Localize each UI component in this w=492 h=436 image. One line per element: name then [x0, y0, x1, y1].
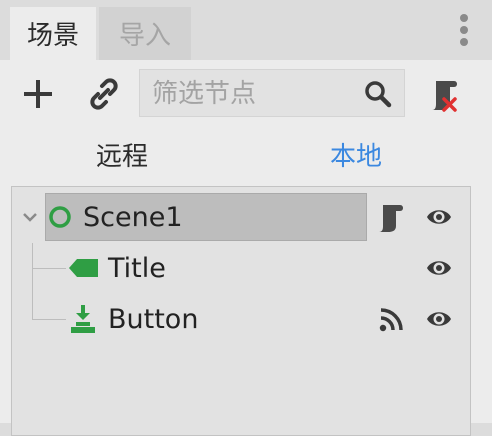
more-options-icon[interactable]	[454, 12, 476, 48]
remote-toggle[interactable]: 远程	[96, 136, 148, 173]
plus-icon	[24, 80, 52, 108]
tree-node-label: Button	[108, 304, 199, 335]
chevron-down-icon[interactable]	[22, 211, 38, 223]
link-icon	[90, 78, 118, 110]
search-icon	[365, 81, 392, 108]
tree-node-label: Title	[108, 253, 166, 284]
script-icon[interactable]	[376, 202, 406, 234]
signal-icon[interactable]	[378, 307, 404, 333]
visibility-eye-icon[interactable]	[425, 256, 453, 280]
instance-child-scene-button[interactable]	[87, 77, 121, 111]
filter-nodes-input[interactable]	[150, 78, 354, 110]
dock-tab-bar: 场景 导入	[0, 0, 492, 60]
tree-row-scene1[interactable]: Scene1	[12, 193, 470, 243]
filter-nodes-field[interactable]	[139, 69, 405, 117]
tree-row-title[interactable]: Title	[12, 244, 470, 294]
script-remove-icon	[432, 81, 457, 112]
detach-script-button[interactable]	[428, 77, 462, 113]
label-tag-icon	[69, 259, 98, 277]
node-circle-icon	[49, 206, 71, 228]
button-icon	[71, 305, 95, 333]
visibility-eye-icon[interactable]	[425, 307, 453, 331]
tab-scene[interactable]: 场景	[10, 7, 96, 60]
visibility-eye-icon[interactable]	[425, 205, 453, 229]
local-toggle[interactable]: 本地	[330, 136, 382, 173]
tab-import[interactable]: 导入	[99, 7, 191, 60]
tree-node-label: Scene1	[83, 202, 183, 233]
scene-tree[interactable]: Scene1 Title Button	[11, 186, 471, 436]
tree-row-button[interactable]: Button	[12, 295, 470, 345]
add-node-button[interactable]	[22, 78, 54, 110]
scene-dock-panel: 远程 本地 Scene1	[0, 60, 492, 436]
